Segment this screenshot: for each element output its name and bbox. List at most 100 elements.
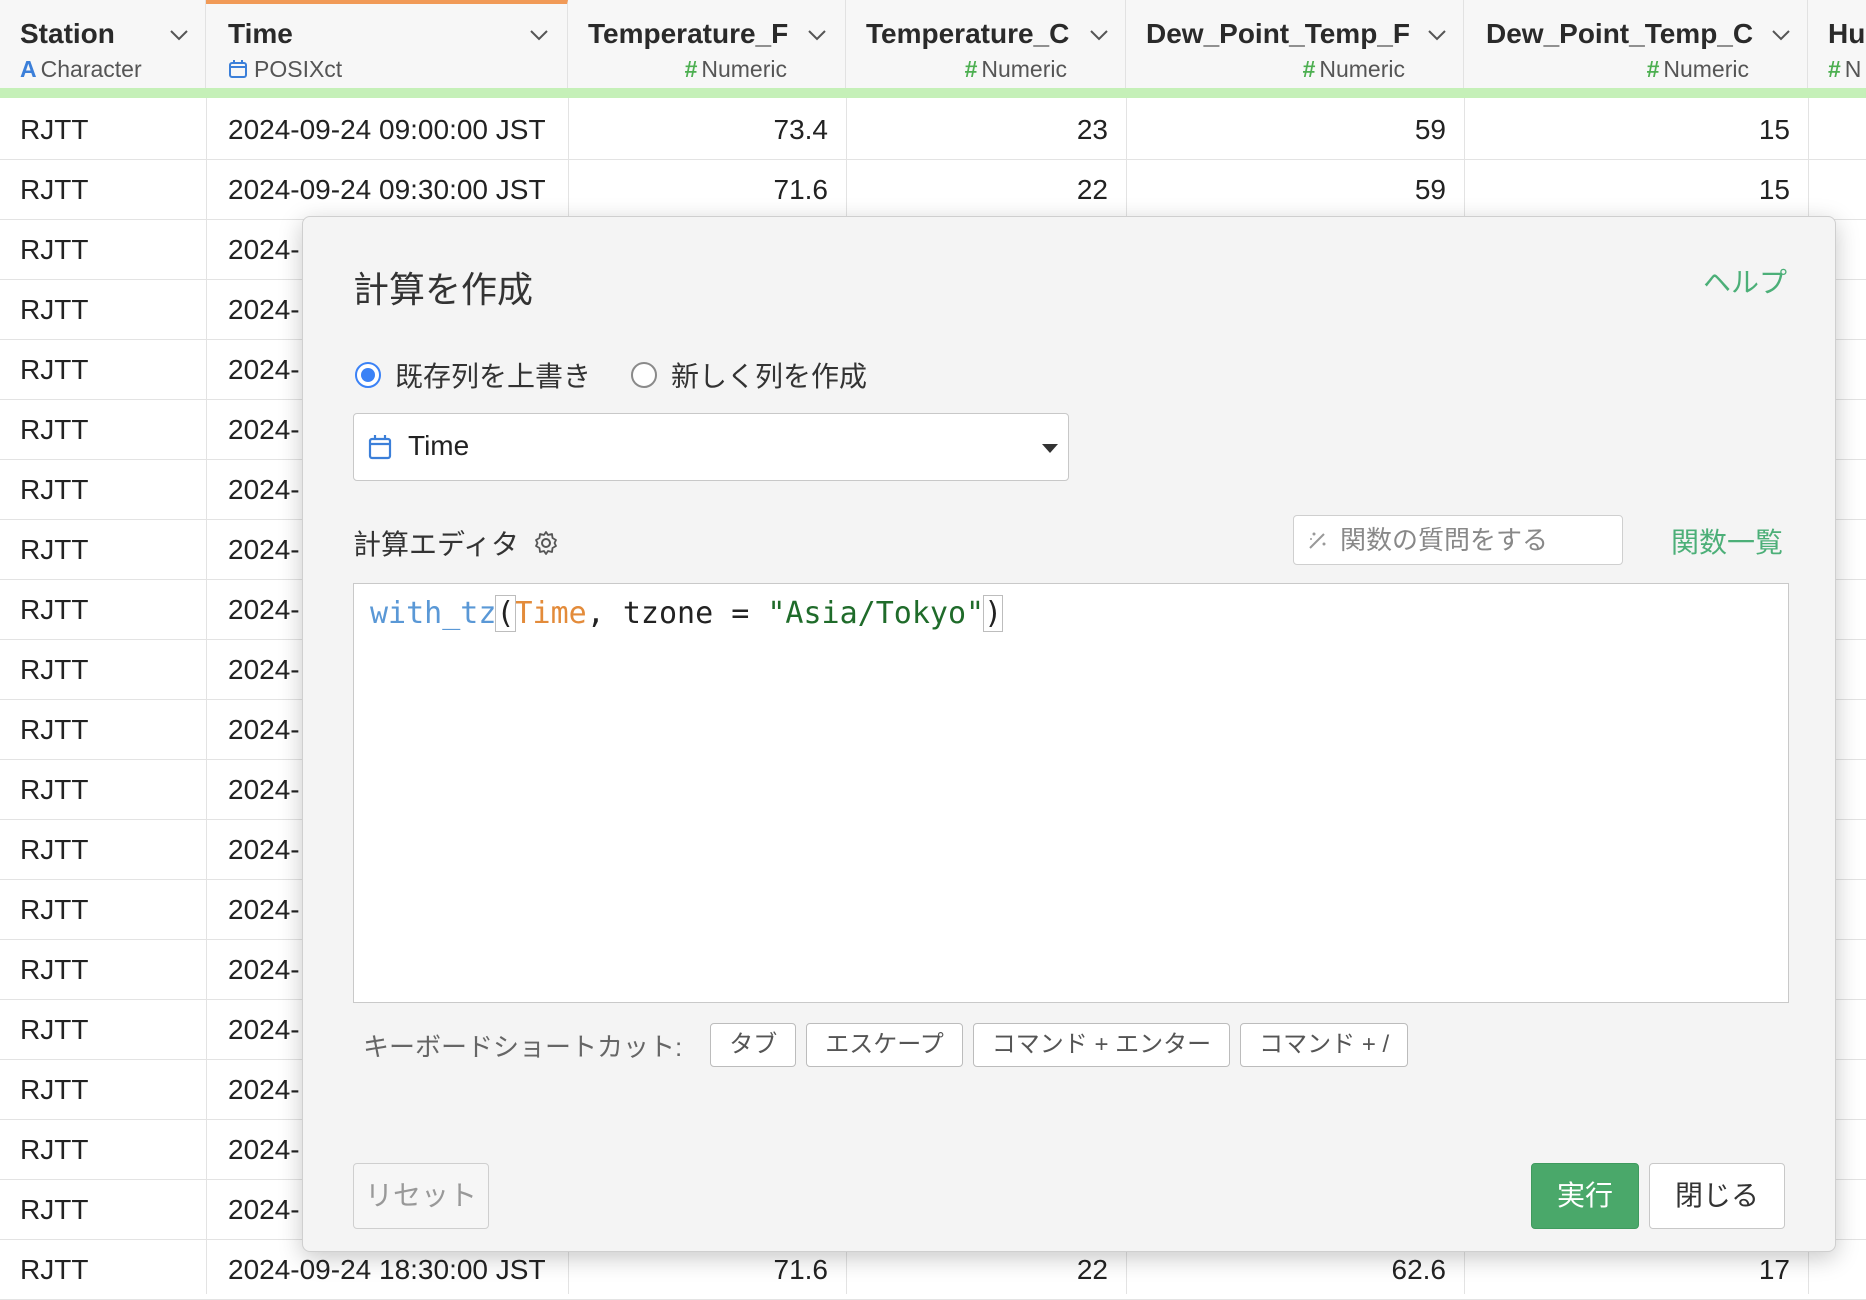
column-name: Hu <box>1828 18 1866 49</box>
cell-dew-c[interactable]: 15 <box>1474 160 1790 220</box>
cell-station[interactable]: RJTT <box>20 580 200 640</box>
shortcuts-label: キーボードショートカット: <box>363 1031 683 1062</box>
column-name: Temperature_F <box>588 18 789 49</box>
chevron-down-icon[interactable] <box>166 22 192 48</box>
cell-station[interactable]: RJTT <box>20 1060 200 1120</box>
cell-dew-c[interactable]: 15 <box>1474 100 1790 160</box>
cell-station[interactable]: RJTT <box>20 280 200 340</box>
cell-station[interactable]: RJTT <box>20 940 200 1000</box>
chevron-down-icon[interactable] <box>1086 22 1112 48</box>
numeric-type-icon: # <box>964 56 978 82</box>
table-row: RJTT 2024-09-24 09:00:00 JST 73.4 23 59 15 <box>0 100 1866 160</box>
chevron-down-icon[interactable] <box>804 22 830 48</box>
numeric-type-icon: # <box>1302 56 1316 82</box>
calendar-icon <box>229 60 247 78</box>
caret-down-icon <box>1042 444 1058 453</box>
column-header-temperature-c[interactable]: Temperature_C # Numeric <box>846 0 1126 88</box>
cell-temp-c[interactable]: 23 <box>856 100 1108 160</box>
column-name: Time <box>228 18 293 49</box>
create-calculation-dialog: 計算を作成 ヘルプ 既存列を上書き 新しく列を作成 Time 計算エディタ 関数… <box>302 216 1836 1252</box>
new-column-label[interactable]: 新しく列を作成 <box>671 355 867 395</box>
ask-function-placeholder: 関数の質問をする <box>1340 525 1549 555</box>
chevron-down-icon[interactable] <box>1424 22 1450 48</box>
gear-icon[interactable] <box>533 530 559 556</box>
new-column-radio[interactable] <box>631 362 658 388</box>
shortcut-command-slash[interactable]: コマンド + / <box>1240 1023 1409 1067</box>
column-header-dew-point-temp-c[interactable]: Dew_Point_Temp_C # Numeric <box>1464 0 1808 88</box>
cell-station[interactable]: RJTT <box>20 1240 200 1300</box>
cell-time[interactable]: 2024-09-24 09:30:00 JST <box>228 160 558 220</box>
cell-station[interactable]: RJTT <box>20 460 200 520</box>
cell-station[interactable]: RJTT <box>20 760 200 820</box>
table-row: RJTT 2024-09-24 09:30:00 JST 71.6 22 59 15 <box>0 160 1866 220</box>
column-type: # N <box>1828 56 1862 82</box>
column-type: # Numeric <box>964 56 1067 82</box>
overwrite-column-radio[interactable] <box>355 362 381 388</box>
column-header-humidity[interactable]: Hu # N <box>1808 0 1866 88</box>
calendar-icon <box>368 435 392 460</box>
column-quality-bar <box>0 88 1866 98</box>
cell-station[interactable]: RJTT <box>20 700 200 760</box>
column-name: Temperature_C <box>866 18 1070 49</box>
cell-station[interactable]: RJTT <box>20 1180 200 1240</box>
cell-dew-f[interactable]: 59 <box>1136 160 1446 220</box>
character-type-icon: A <box>20 56 37 82</box>
code-paren-open: ( <box>495 595 516 632</box>
cell-temp-f[interactable]: 73.4 <box>578 100 829 160</box>
magic-wand-icon <box>1309 532 1326 549</box>
code-line[interactable]: with_tz(Time, tzone = "Asia/Tokyo") <box>370 595 1004 632</box>
cell-station[interactable]: RJTT <box>20 220 200 280</box>
column-type: # Numeric <box>1646 56 1749 82</box>
cell-dew-f[interactable]: 59 <box>1136 100 1446 160</box>
run-button[interactable]: 実行 <box>1531 1163 1639 1229</box>
keyboard-shortcuts: キーボードショートカット: タブ エスケープ コマンド + エンター コマンド … <box>363 1023 1409 1067</box>
reset-button[interactable]: リセット <box>353 1163 489 1229</box>
column-type: A Character <box>20 56 142 82</box>
cell-station[interactable]: RJTT <box>20 1000 200 1060</box>
cell-station[interactable]: RJTT <box>20 520 200 580</box>
cell-temp-f[interactable]: 71.6 <box>578 160 829 220</box>
code-string: "Asia/Tokyo" <box>767 596 985 631</box>
cell-temp-c[interactable]: 22 <box>856 160 1108 220</box>
cell-station[interactable]: RJTT <box>20 160 200 220</box>
shortcut-escape[interactable]: エスケープ <box>806 1023 963 1067</box>
cell-station[interactable]: RJTT <box>20 400 200 460</box>
code-function: with_tz <box>370 596 497 631</box>
cell-station[interactable]: RJTT <box>20 640 200 700</box>
function-list-link[interactable]: 関数一覧 <box>1671 521 1783 561</box>
cell-station[interactable]: RJTT <box>20 100 200 160</box>
column-header-time[interactable]: Time POSIXct <box>206 0 568 88</box>
dialog-title: 計算を作成 <box>353 269 534 310</box>
calculation-editor-label: 計算エディタ <box>353 523 559 563</box>
numeric-type-icon: # <box>1646 56 1660 82</box>
code-args: , tzone = <box>586 596 768 631</box>
ask-function-input[interactable]: 関数の質問をする <box>1293 515 1623 565</box>
cell-time[interactable]: 2024-09-24 09:00:00 JST <box>228 100 558 160</box>
shortcut-command-enter[interactable]: コマンド + エンター <box>972 1023 1231 1067</box>
cell-station[interactable]: RJTT <box>20 880 200 940</box>
chevron-down-icon[interactable] <box>1768 22 1794 48</box>
chevron-down-icon[interactable] <box>526 22 552 48</box>
mode-radio-group: 既存列を上書き 新しく列を作成 <box>355 355 907 395</box>
column-header-station[interactable]: Station A Character <box>0 0 206 88</box>
help-link[interactable]: ヘルプ <box>1703 261 1787 301</box>
column-name: Station <box>20 18 115 49</box>
column-header-dew-point-temp-f[interactable]: Dew_Point_Temp_F # Numeric <box>1126 0 1464 88</box>
column-type: # Numeric <box>1302 56 1405 82</box>
cell-station[interactable]: RJTT <box>20 820 200 880</box>
selected-column-value: Time <box>408 430 470 461</box>
code-paren-close: ) <box>983 595 1004 632</box>
code-column: Time <box>514 596 587 631</box>
shortcut-tab[interactable]: タブ <box>710 1023 797 1067</box>
column-name: Dew_Point_Temp_F <box>1146 18 1410 49</box>
column-type: # Numeric <box>684 56 787 82</box>
column-name: Dew_Point_Temp_C <box>1486 18 1754 49</box>
cell-station[interactable]: RJTT <box>20 340 200 400</box>
cell-station[interactable]: RJTT <box>20 1120 200 1180</box>
target-column-select[interactable]: Time <box>353 413 1069 481</box>
column-header-temperature-f[interactable]: Temperature_F # Numeric <box>568 0 846 88</box>
code-editor[interactable]: with_tz(Time, tzone = "Asia/Tokyo") <box>353 583 1789 1003</box>
close-button[interactable]: 閉じる <box>1649 1163 1785 1229</box>
numeric-type-icon: # <box>1828 56 1841 82</box>
overwrite-column-label[interactable]: 既存列を上書き <box>395 355 591 395</box>
